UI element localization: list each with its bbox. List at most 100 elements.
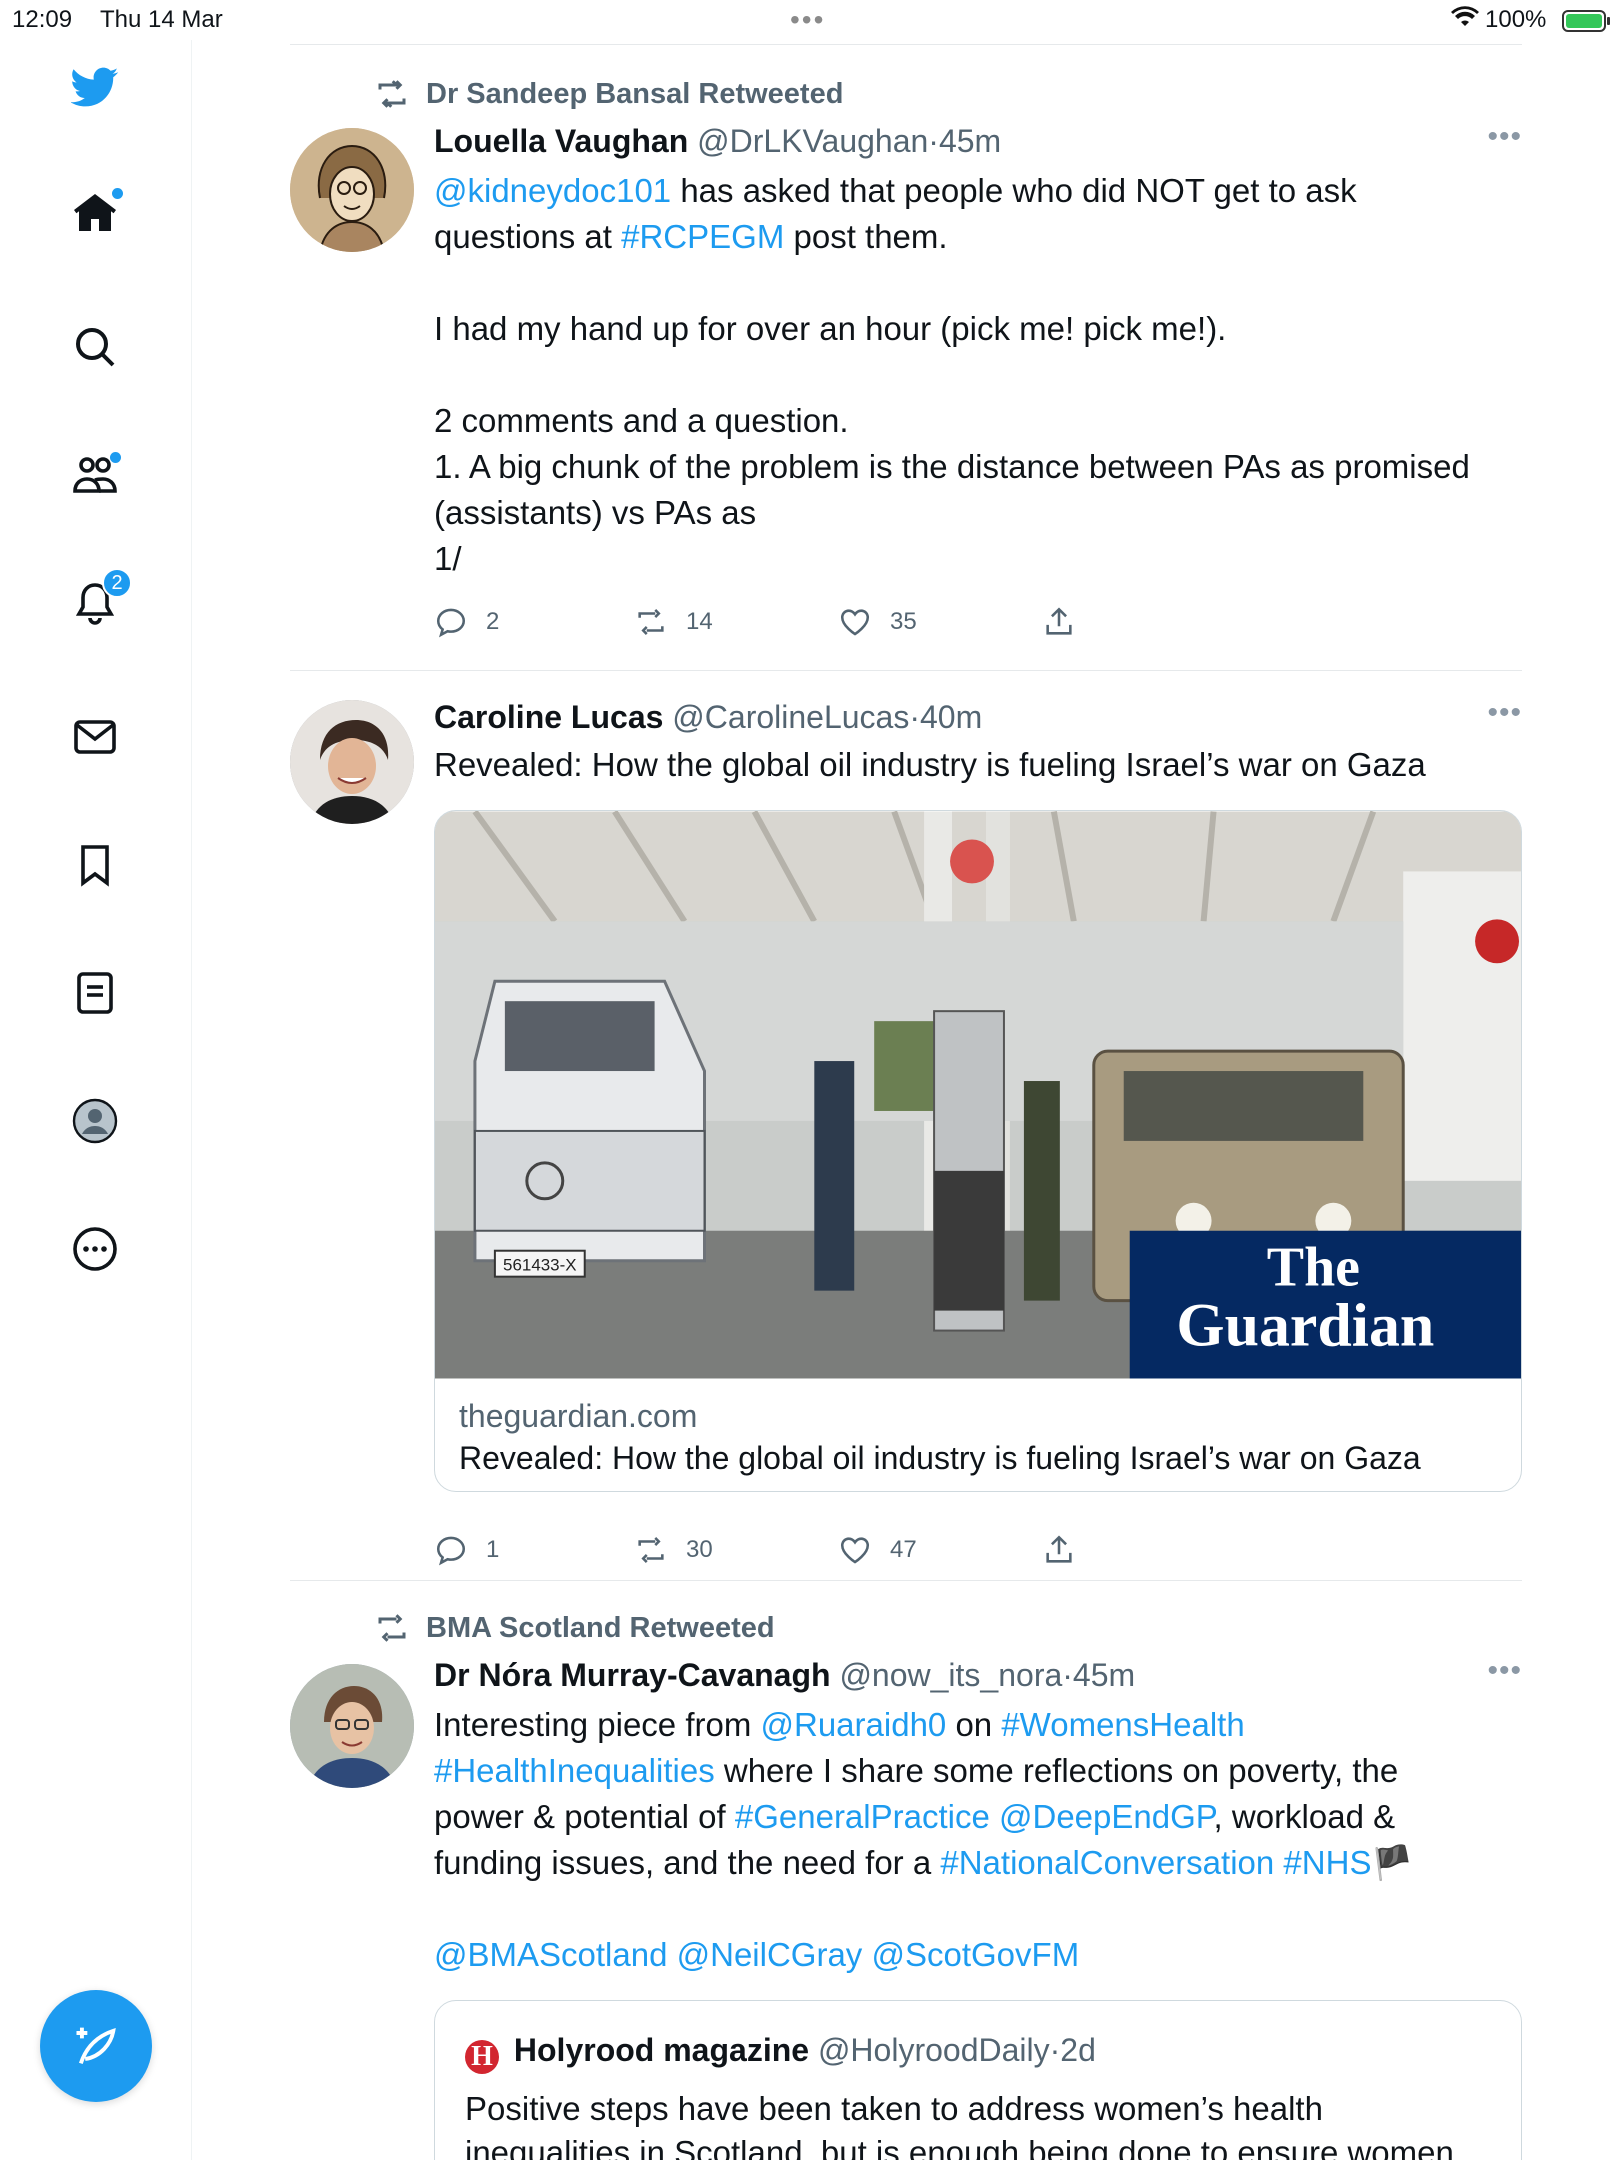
retweet-context: BMA Scotland Retweeted <box>374 1610 775 1646</box>
like-button[interactable]: 35 <box>838 602 917 642</box>
avatar[interactable] <box>290 700 414 824</box>
share-button[interactable] <box>1042 1530 1094 1570</box>
communities-icon[interactable] <box>70 450 121 500</box>
van-license-plate: 561433-X <box>503 1256 577 1275</box>
text-segment: 1. A big chunk of the problem is the dis… <box>434 448 1470 485</box>
author-name[interactable]: Louella Vaughan <box>434 123 688 159</box>
mention-link[interactable]: @kidneydoc101 <box>434 172 671 209</box>
tweet-text-line: 2 comments and a question. <box>434 398 1522 444</box>
tweet-text-line <box>434 260 1522 306</box>
tweet-time[interactable]: 45m <box>1073 1657 1135 1693</box>
link-preview-card[interactable]: 561433-X The Guardian theguardian.com Re… <box>434 810 1522 1492</box>
author-handle[interactable]: @CarolineLucas <box>672 699 909 735</box>
retweet-icon <box>378 1614 406 1642</box>
reply-button[interactable]: 1 <box>434 1530 499 1570</box>
lists-icon[interactable] <box>70 968 120 1018</box>
tweet-actions: 2 14 35 <box>434 602 1134 642</box>
tweet-2[interactable]: Caroline Lucas @CarolineLucas·40m ••• Re… <box>290 696 1522 1576</box>
notifications-bell-icon[interactable]: 2 <box>70 568 132 628</box>
tweet-more-icon[interactable]: ••• <box>1487 696 1522 730</box>
reply-button[interactable]: 2 <box>434 602 499 642</box>
heart-icon <box>840 609 870 636</box>
mention-link[interactable]: @ScotGovFM <box>871 1936 1079 1973</box>
retweet-count: 30 <box>686 1536 713 1563</box>
more-options-icon[interactable] <box>70 1224 120 1274</box>
like-button[interactable]: 47 <box>838 1530 917 1570</box>
mention-link[interactable]: @BMAScotland <box>434 1936 667 1973</box>
retweet-button[interactable]: 30 <box>634 1530 713 1570</box>
tweet-text-line: 1/ <box>434 536 1522 582</box>
notifications-badge: 2 <box>102 568 132 598</box>
tweet-3[interactable]: BMA Scotland Retweeted Dr Nóra Murray-Ca… <box>290 1610 1522 2160</box>
tweet-header: Dr Nóra Murray-Cavanagh @now_its_nora·45… <box>434 1657 1136 1693</box>
battery-percent: 100% <box>1485 6 1547 33</box>
tweet-1[interactable]: Dr Sandeep Bansal Retweeted Louella Vaug… <box>290 74 1522 664</box>
reply-icon <box>436 1536 466 1566</box>
reply-count: 1 <box>486 1536 500 1563</box>
tweet-time[interactable]: 45m <box>939 123 1001 159</box>
text-segment: I had my hand up for over an hour (pick … <box>434 310 1227 347</box>
text-segment: , workload & <box>1213 1798 1396 1835</box>
hashtag-link[interactable]: #NationalConversation <box>940 1844 1274 1881</box>
mention-link[interactable]: @DeepEndGP <box>999 1798 1214 1835</box>
author-handle[interactable]: @DrLKVaughan <box>697 123 928 159</box>
quoted-text-line: inequalities in Scotland, but is enough … <box>465 2134 1454 2160</box>
guardian-logo-line1: The <box>1267 1237 1360 1299</box>
reply-count: 2 <box>486 608 500 635</box>
holyrood-logo-icon: H <box>465 2040 499 2074</box>
hashtag-link[interactable]: #HealthInequalities <box>434 1752 715 1789</box>
messages-envelope-icon[interactable] <box>70 712 120 762</box>
hashtag-link[interactable]: #GeneralPractice <box>735 1798 990 1835</box>
battery-icon <box>1562 10 1610 32</box>
mention-link[interactable]: @Ruaraidh0 <box>761 1706 947 1743</box>
quoted-tweet[interactable]: H Holyrood magazine @HolyroodDaily·2d Po… <box>434 2000 1522 2160</box>
quoted-author-name: Holyrood magazine <box>513 2032 810 2068</box>
status-time: 12:09 <box>12 6 73 33</box>
multitasking-dots-icon[interactable]: ••• <box>790 4 825 36</box>
bookmarks-icon[interactable] <box>70 840 120 890</box>
avatar-photo <box>290 1664 414 1788</box>
tweet-time[interactable]: 40m <box>920 699 982 735</box>
retweet-button[interactable]: 14 <box>634 602 713 642</box>
hashtag-link[interactable]: #NHS <box>1283 1844 1371 1881</box>
text-segment: questions at <box>434 218 622 255</box>
retweet-context: Dr Sandeep Bansal Retweeted <box>374 76 843 112</box>
share-button[interactable] <box>1042 602 1094 642</box>
mention-link[interactable]: @NeilCGray <box>677 1936 863 1973</box>
text-segment: on <box>946 1706 1002 1743</box>
tweet-text-line: questions at #RCPEGM post them. <box>434 214 1522 260</box>
tweet-header: Caroline Lucas @CarolineLucas·40m <box>434 699 983 735</box>
text-segment: 2 comments and a question. <box>434 402 849 439</box>
twitter-logo-icon[interactable] <box>70 62 120 112</box>
tweet-more-icon[interactable]: ••• <box>1487 120 1522 154</box>
text-segment: (assistants) vs PAs as <box>434 494 757 531</box>
tweet-more-icon[interactable]: ••• <box>1487 1654 1522 1688</box>
text-segment: funding issues, and the need for a <box>434 1844 941 1881</box>
like-count: 35 <box>890 608 917 635</box>
quoted-tweet-text: Positive steps have been taken to addres… <box>465 2087 1454 2160</box>
text-segment: Revealed: How the global oil industry is… <box>434 746 1426 783</box>
author-name[interactable]: Caroline Lucas <box>434 699 663 735</box>
tweet-text-line <box>434 1886 1522 1932</box>
home-icon[interactable] <box>70 188 123 238</box>
author-name[interactable]: Dr Nóra Murray-Cavanagh <box>434 1657 831 1693</box>
tweet-text-line: Revealed: How the global oil industry is… <box>434 742 1522 788</box>
profile-avatar-icon[interactable] <box>70 1096 120 1146</box>
avatar-sketch-illustration <box>290 128 414 252</box>
compose-tweet-button[interactable] <box>40 1990 152 2102</box>
author-handle[interactable]: @now_its_nora <box>839 1657 1062 1693</box>
retweeted-by-label: BMA Scotland Retweeted <box>426 1611 775 1644</box>
communities-unread-dot <box>110 452 121 463</box>
text-segment: 🏴 <box>1371 1844 1413 1881</box>
avatar[interactable] <box>290 128 414 252</box>
avatar[interactable] <box>290 1664 414 1788</box>
search-icon[interactable] <box>70 322 120 372</box>
retweet-count: 14 <box>686 608 713 635</box>
text-segment: 1/ <box>434 540 462 577</box>
like-count: 47 <box>890 1536 917 1563</box>
quoted-tweet-time: 2d <box>1060 2032 1096 2068</box>
retweet-icon <box>638 609 664 635</box>
hashtag-link[interactable]: #RCPEGM <box>621 218 784 255</box>
tweet-text-line: @kidneydoc101 has asked that people who … <box>434 168 1522 214</box>
hashtag-link[interactable]: #WomensHealth <box>1001 1706 1244 1743</box>
